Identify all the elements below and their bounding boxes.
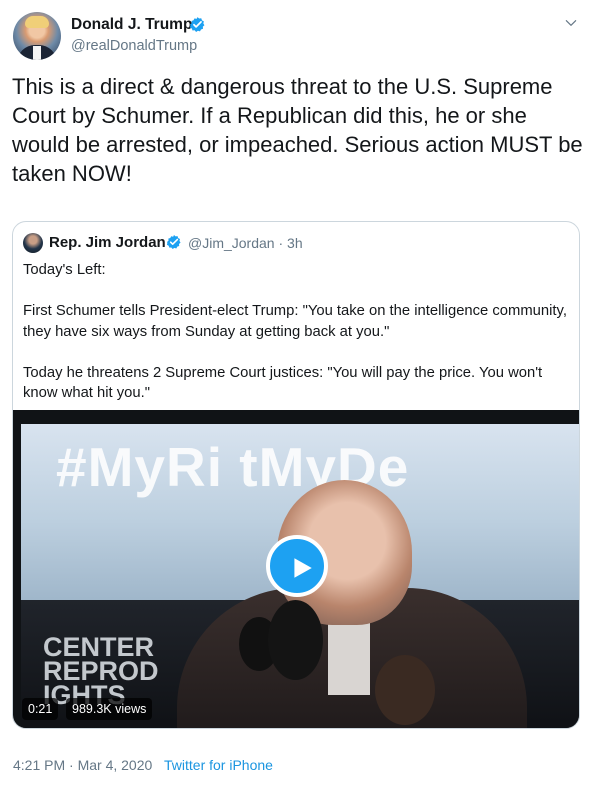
tweet-text: This is a direct & dangerous threat to t… — [12, 74, 583, 186]
avatar[interactable] — [13, 12, 61, 60]
microphone — [375, 655, 435, 725]
video-player[interactable]: #MyRi tMyDe CENTER REPROD IGHTS 0:21 989… — [13, 410, 579, 728]
quoted-author-name[interactable]: Rep. Jim Jordan — [49, 234, 166, 251]
lower-banner-text: CENTER REPROD IGHTS — [43, 632, 159, 710]
tweet-source-link[interactable]: Twitter for iPhone — [164, 757, 273, 773]
video-duration: 0:21 — [22, 698, 59, 720]
author-name[interactable]: Donald J. Trump — [71, 16, 192, 34]
verified-badge-icon — [166, 235, 181, 249]
quoted-tweet-card[interactable]: Rep. Jim Jordan @Jim_Jordan · 3h Today's… — [12, 221, 580, 729]
play-button[interactable] — [266, 535, 328, 597]
meta-separator: · — [278, 235, 288, 251]
tweet-timestamp[interactable]: 4:21 PM · Mar 4, 2020 — [13, 757, 152, 773]
quoted-paragraph: Today he threatens 2 Supreme Court justi… — [23, 364, 543, 402]
microphone — [268, 600, 323, 680]
verified-badge-icon — [189, 17, 205, 32]
quoted-paragraph: First Schumer tells President-elect Trum… — [23, 303, 567, 340]
quoted-avatar[interactable] — [23, 233, 43, 253]
quoted-tweet-text: Today's Left: First Schumer tells Presid… — [23, 260, 568, 404]
video-views: 989.3K views — [66, 698, 153, 720]
play-icon — [294, 558, 312, 578]
avatar-hair — [25, 16, 49, 28]
quoted-meta: @Jim_Jordan · 3h — [188, 235, 303, 251]
author-handle[interactable]: @realDonaldTrump — [71, 38, 197, 54]
avatar-shirt — [33, 46, 41, 60]
quoted-author-handle[interactable]: @Jim_Jordan — [188, 235, 275, 251]
quoted-time[interactable]: 3h — [287, 235, 303, 251]
chevron-down-icon[interactable] — [564, 16, 578, 30]
quoted-paragraph: Today's Left: — [23, 262, 106, 278]
